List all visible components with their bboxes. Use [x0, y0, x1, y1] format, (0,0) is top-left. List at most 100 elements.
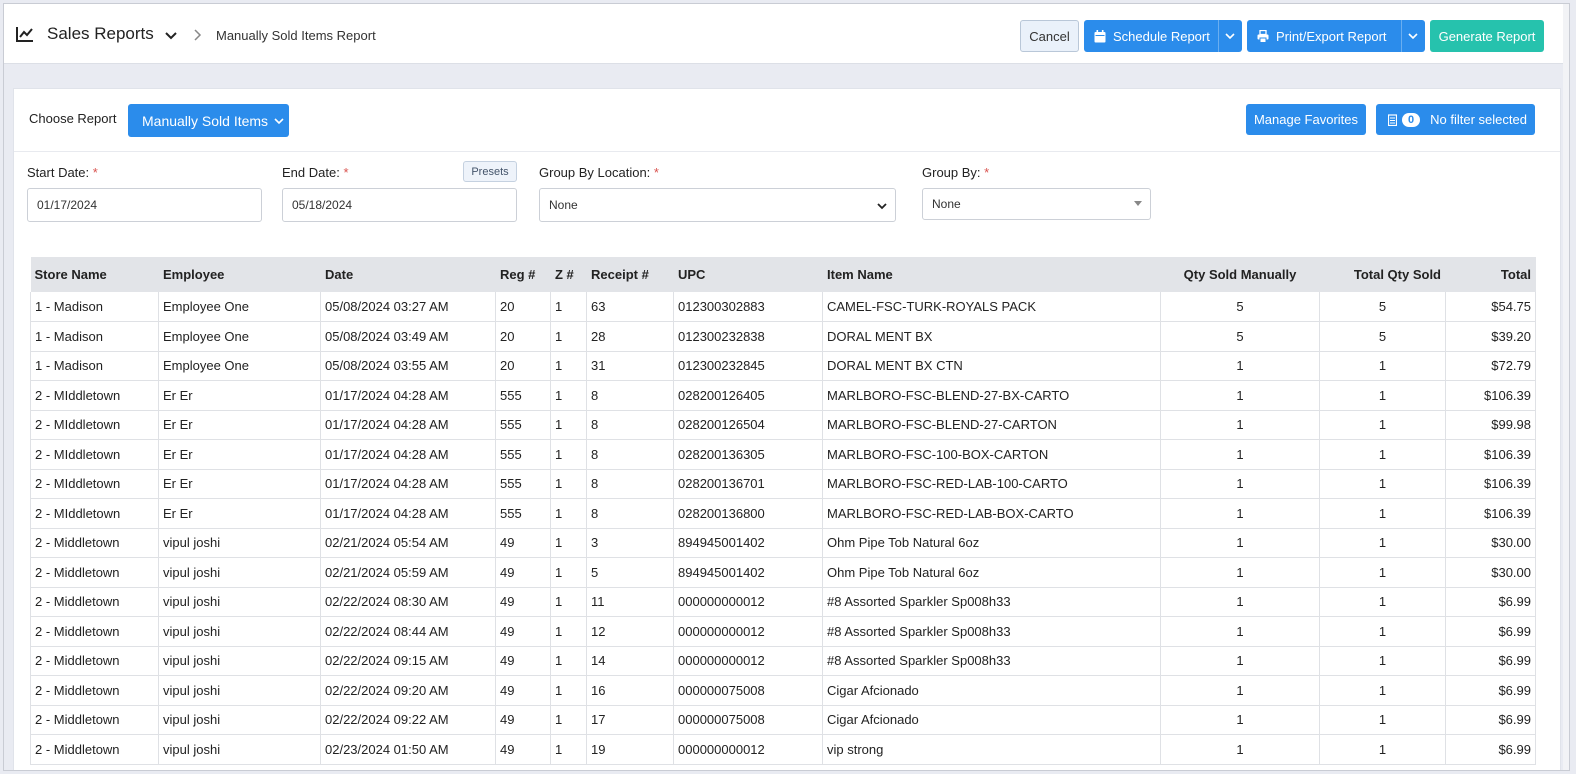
chevron-right-icon: [194, 29, 202, 41]
group-by-location-value: None: [549, 198, 578, 212]
scrollbar-track[interactable]: [1563, 4, 1569, 770]
manage-favorites-button[interactable]: Manage Favorites: [1246, 104, 1366, 135]
required-mark: *: [92, 165, 98, 180]
cell-total-qty-sold: 1: [1319, 734, 1446, 765]
col-qty-sold-manually[interactable]: Qty Sold Manually: [1160, 257, 1320, 292]
cell-store-name: 1 - Madison: [30, 292, 159, 322]
start-date-input[interactable]: 01/17/2024: [27, 188, 262, 222]
cell-total: $106.39: [1445, 439, 1536, 470]
table-row[interactable]: 2 - MIddletown Er Er 01/17/2024 04:28 AM 55…: [30, 498, 1536, 529]
table-row[interactable]: 2 - Middletown vipul joshi 02/21/2024 05:5…: [30, 528, 1536, 558]
cell-date: 05/08/2024 03:27 AM: [320, 292, 496, 322]
table-row[interactable]: 2 - Middletown vipul joshi 02/23/2024 01:5…: [30, 734, 1536, 765]
cell-qty-sold-manually: 1: [1160, 498, 1320, 529]
cell-total-qty-sold: 1: [1319, 587, 1446, 617]
cell-total-qty-sold: 1: [1319, 675, 1446, 706]
group-by-label-text: Group By:: [922, 165, 981, 180]
col-reg[interactable]: Reg #: [495, 257, 551, 292]
table-row[interactable]: 1 - Madison Employee One 05/08/2024 03:49 …: [30, 321, 1536, 352]
table-row[interactable]: 2 - MIddletown Er Er 01/17/2024 04:28 AM 55…: [30, 439, 1536, 470]
end-date-input[interactable]: 05/18/2024: [282, 188, 517, 222]
report-card: Choose Report Manually Sold Items Manage…: [13, 88, 1561, 770]
print-export-main[interactable]: Print/Export Report: [1247, 20, 1387, 52]
table-row[interactable]: 2 - MIddletown Er Er 01/17/2024 04:28 AM 55…: [30, 410, 1536, 440]
cell-total: $30.00: [1445, 557, 1536, 588]
col-employee[interactable]: Employee: [158, 257, 321, 292]
cell-total-qty-sold: 1: [1319, 469, 1446, 499]
generate-report-button[interactable]: Generate Report: [1430, 20, 1544, 52]
schedule-report-main[interactable]: Schedule Report: [1084, 20, 1210, 52]
required-mark: *: [653, 165, 659, 180]
cell-upc: 028200136701: [673, 469, 823, 499]
table-row[interactable]: 2 - Middletown vipul joshi 02/22/2024 09:2…: [30, 675, 1536, 706]
col-total-qty-sold[interactable]: Total Qty Sold: [1319, 257, 1446, 292]
cell-store-name: 2 - Middletown: [30, 528, 159, 558]
cell-z: 1: [550, 587, 587, 617]
cell-z: 1: [550, 557, 587, 588]
report-selector[interactable]: Manually Sold Items: [128, 104, 289, 137]
col-z[interactable]: Z #: [550, 257, 587, 292]
cell-total-qty-sold: 1: [1319, 410, 1446, 440]
col-store-name[interactable]: Store Name: [30, 257, 159, 292]
cell-upc: 000000075008: [673, 675, 823, 706]
cell-receipt: 14: [586, 646, 674, 676]
cell-store-name: 2 - MIddletown: [30, 498, 159, 529]
table-row[interactable]: 2 - Middletown vipul joshi 02/22/2024 09:2…: [30, 705, 1536, 735]
cell-upc: 000000000012: [673, 734, 823, 765]
cell-employee: Er Er: [158, 439, 321, 470]
cell-receipt: 28: [586, 321, 674, 352]
cell-total: $6.99: [1445, 587, 1536, 617]
cell-date: 02/22/2024 09:20 AM: [320, 675, 496, 706]
cell-total-qty-sold: 1: [1319, 498, 1446, 529]
cell-employee: Er Er: [158, 380, 321, 411]
cell-total: $106.39: [1445, 498, 1536, 529]
table-row[interactable]: 1 - Madison Employee One 05/08/2024 03:27 …: [30, 292, 1536, 322]
top-bar: Sales Reports Manually Sold Items Report…: [4, 4, 1569, 64]
cell-item-name: MARLBORO-FSC-RED-LAB-100-CARTO: [822, 469, 1161, 499]
chevron-down-icon[interactable]: [1225, 32, 1235, 40]
cell-qty-sold-manually: 1: [1160, 351, 1320, 381]
col-item-name[interactable]: Item Name: [822, 257, 1161, 292]
table-row[interactable]: 2 - MIddletown Er Er 01/17/2024 04:28 AM 55…: [30, 380, 1536, 411]
filter-button[interactable]: 0 No filter selected: [1376, 104, 1535, 135]
cell-date: 01/17/2024 04:28 AM: [320, 469, 496, 499]
printer-icon: [1257, 29, 1269, 43]
print-export-button[interactable]: Print/Export Report: [1247, 20, 1425, 52]
cell-date: 05/08/2024 03:49 AM: [320, 321, 496, 352]
cancel-button[interactable]: Cancel: [1020, 20, 1079, 52]
cell-store-name: 1 - Madison: [30, 321, 159, 352]
cell-item-name: #8 Assorted Sparkler Sp008h33: [822, 646, 1161, 676]
schedule-report-button[interactable]: Schedule Report: [1084, 20, 1242, 52]
presets-button[interactable]: Presets: [463, 161, 517, 182]
cell-date: 02/22/2024 09:15 AM: [320, 646, 496, 676]
col-receipt[interactable]: Receipt #: [586, 257, 674, 292]
group-by-location-select[interactable]: None: [539, 188, 896, 222]
print-export-label: Print/Export Report: [1276, 28, 1387, 44]
cell-z: 1: [550, 616, 587, 647]
cell-reg: 49: [495, 557, 551, 588]
cell-upc: 028200136305: [673, 439, 823, 470]
chevron-down-icon[interactable]: [1408, 32, 1418, 40]
cell-total-qty-sold: 1: [1319, 646, 1446, 676]
table-row[interactable]: 2 - MIddletown Er Er 01/17/2024 04:28 AM 55…: [30, 469, 1536, 499]
col-date[interactable]: Date: [320, 257, 496, 292]
col-upc[interactable]: UPC: [673, 257, 823, 292]
table-row[interactable]: 2 - Middletown vipul joshi 02/21/2024 05:5…: [30, 557, 1536, 588]
cell-total: $72.79: [1445, 351, 1536, 381]
cell-total-qty-sold: 1: [1319, 616, 1446, 647]
cell-z: 1: [550, 321, 587, 352]
cell-store-name: 2 - Middletown: [30, 616, 159, 647]
col-total[interactable]: Total: [1445, 257, 1536, 292]
group-by-select[interactable]: None: [922, 188, 1151, 220]
table-row[interactable]: 2 - Middletown vipul joshi 02/22/2024 08:4…: [30, 616, 1536, 647]
cell-z: 1: [550, 469, 587, 499]
table-row[interactable]: 2 - Middletown vipul joshi 02/22/2024 08:3…: [30, 587, 1536, 617]
filter-count-badge: 0: [1402, 112, 1421, 127]
cell-receipt: 19: [586, 734, 674, 765]
cell-employee: vipul joshi: [158, 705, 321, 735]
chevron-down-icon[interactable]: [164, 31, 178, 41]
required-mark: *: [343, 165, 349, 180]
table-row[interactable]: 2 - Middletown vipul joshi 02/22/2024 09:1…: [30, 646, 1536, 676]
table-row[interactable]: 1 - Madison Employee One 05/08/2024 03:55 …: [30, 351, 1536, 381]
filter-label: No filter selected: [1430, 112, 1527, 127]
